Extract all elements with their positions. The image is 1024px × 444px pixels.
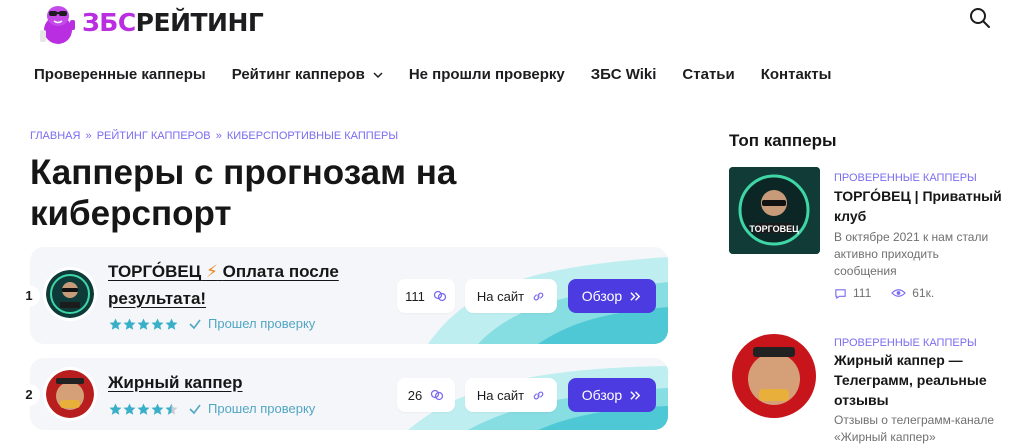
eye-icon	[891, 289, 907, 297]
nav-item-wiki[interactable]: ЗБС Wiki	[591, 66, 657, 83]
star-icon	[137, 318, 150, 330]
nav-item-label: Контакты	[760, 66, 832, 83]
comments-icon	[431, 389, 444, 401]
search-icon[interactable]	[968, 6, 992, 30]
capper-title[interactable]: Жирный каппер	[108, 369, 243, 396]
capper-title-part: ТОРГО́ВЕЦ	[108, 262, 202, 281]
site-logo[interactable]: ЗБСРЕЙТИНГ	[32, 0, 264, 44]
sidebar-item-image[interactable]: ТОРГОВЕЦ	[729, 167, 820, 254]
review-button-label: Обзор	[581, 288, 623, 304]
review-button[interactable]: Обзор	[568, 378, 656, 412]
review-button-label: Обзор	[581, 387, 623, 403]
comments-count-value: 111	[405, 288, 425, 304]
link-icon	[533, 391, 544, 399]
star-icon	[109, 318, 122, 330]
nav-item-contacts[interactable]: Контакты	[761, 66, 832, 83]
star-half-icon	[165, 403, 178, 415]
breadcrumb-home[interactable]: ГЛАВНАЯ	[30, 130, 80, 142]
check-icon	[189, 404, 201, 414]
logo-text-part1: ЗБС	[82, 7, 136, 37]
verified-status: Прошел проверку	[188, 401, 315, 416]
breadcrumb-separator: »	[215, 130, 222, 142]
rating-stars	[109, 403, 178, 416]
sidebar-item-desc: В октябре 2021 к нам стали активно прихо…	[834, 230, 989, 278]
verified-label: Прошел проверку	[208, 401, 316, 416]
avatar-image	[46, 270, 94, 318]
visit-site-label: На сайт	[476, 288, 525, 304]
nav-item-articles[interactable]: Статьи	[682, 66, 734, 83]
comments-icon	[433, 290, 447, 302]
views-count-value: 61к.	[912, 286, 935, 300]
nav-item-label: ЗБС Wiki	[590, 66, 657, 83]
link-icon	[533, 292, 544, 300]
comments-stat: 111	[834, 286, 871, 300]
rank-number: 2	[18, 384, 40, 406]
main-nav: Проверенные капперы Рейтинг капперов Не …	[34, 66, 857, 83]
nav-item-rating[interactable]: Рейтинг капперов	[232, 66, 383, 83]
visit-site-label: На сайт	[476, 387, 525, 403]
star-icon	[151, 403, 164, 415]
star-icon	[123, 403, 136, 415]
verified-status: Прошел проверку	[188, 316, 315, 331]
sidebar-item-category[interactable]: ПРОВЕРЕННЫЕ КАППЕРЫ	[834, 172, 977, 184]
capper-title-part: Оплата после	[222, 262, 339, 281]
capper-title[interactable]: ТОРГО́ВЕЦ ⚡ Оплата после результата!	[108, 258, 378, 312]
comments-count[interactable]: 26	[397, 378, 455, 412]
page-title: Капперы с прогнозам на киберспорт	[30, 153, 457, 233]
star-icon	[137, 403, 150, 415]
double-chevron-right-icon	[630, 390, 641, 400]
capper-title-part: результата!	[108, 289, 207, 308]
visit-site-button[interactable]: На сайт	[465, 378, 557, 412]
capper-card: Жирный каппер Прошел проверку 26 На сайт…	[30, 358, 668, 430]
nav-item-label: Не прошли проверку	[408, 66, 565, 83]
views-stat: 61к.	[891, 286, 934, 300]
star-icon	[165, 318, 178, 330]
avatar[interactable]	[43, 367, 97, 421]
star-icon	[109, 403, 122, 415]
sidebar-item-image[interactable]	[729, 333, 820, 420]
avatar[interactable]	[43, 267, 97, 321]
comments-count-value: 26	[407, 387, 423, 403]
sidebar-item-headline[interactable]: ТОРГО́ВЕЦ | Приватный клуб	[834, 186, 1009, 226]
verified-label: Прошел проверку	[208, 316, 316, 331]
nav-item-verified[interactable]: Проверенные капперы	[34, 66, 206, 83]
comment-icon	[835, 288, 846, 299]
sidebar-item-meta: 111 61к.	[834, 286, 948, 300]
nav-item-label: Рейтинг капперов	[231, 66, 365, 83]
logo-text-part2: РЕЙТИНГ	[135, 7, 264, 37]
breadcrumb-rating[interactable]: РЕЙТИНГ КАППЕРОВ	[97, 130, 211, 142]
visit-site-button[interactable]: На сайт	[465, 279, 557, 313]
review-button[interactable]: Обзор	[568, 279, 656, 313]
breadcrumb: ГЛАВНАЯ » РЕЙТИНГ КАППЕРОВ » КИБЕРСПОРТИ…	[30, 130, 398, 142]
rank-number: 1	[18, 285, 40, 307]
site-header: ЗБСРЕЙТИНГ	[0, 0, 1024, 50]
chevron-down-icon	[373, 71, 383, 78]
sidebar-item-category[interactable]: ПРОВЕРЕННЫЕ КАППЕРЫ	[834, 337, 977, 349]
star-icon	[151, 318, 164, 330]
logo-text: ЗБСРЕЙТИНГ	[82, 7, 264, 37]
nav-item-failed[interactable]: Не прошли проверку	[409, 66, 565, 83]
double-chevron-right-icon	[630, 291, 641, 301]
nav-item-label: Статьи	[682, 66, 735, 83]
comments-count-value: 111	[853, 286, 872, 300]
nav-item-label: Проверенные капперы	[34, 66, 206, 83]
fat-capper-logo-icon	[729, 333, 820, 420]
rating-stars	[109, 318, 178, 331]
capper-card: ТОРГО́ВЕЦ ⚡ Оплата после результата! Про…	[30, 247, 668, 344]
lightning-icon: ⚡	[205, 262, 218, 281]
sloth-mascot-icon	[40, 6, 75, 44]
sidebar-title: Топ капперы	[729, 131, 837, 150]
breadcrumb-esports[interactable]: КИБЕРСПОРТИВНЫЕ КАППЕРЫ	[227, 130, 398, 142]
trader-avatar-icon	[46, 270, 94, 318]
check-icon	[189, 319, 201, 329]
sidebar-item-desc: Отзывы о телеграмм-канале «Жирный каппер…	[834, 413, 994, 444]
avatar-image	[46, 370, 94, 418]
sidebar-item-headline[interactable]: Жирный каппер — Телеграмм, реальные отзы…	[834, 350, 1009, 410]
svg-text:ТОРГОВЕЦ: ТОРГОВЕЦ	[749, 224, 799, 234]
star-icon	[123, 318, 136, 330]
fat-capper-avatar-icon	[46, 370, 94, 418]
trader-logo-icon: ТОРГОВЕЦ	[729, 167, 820, 254]
breadcrumb-separator: »	[85, 130, 92, 142]
comments-count[interactable]: 111	[397, 279, 455, 313]
